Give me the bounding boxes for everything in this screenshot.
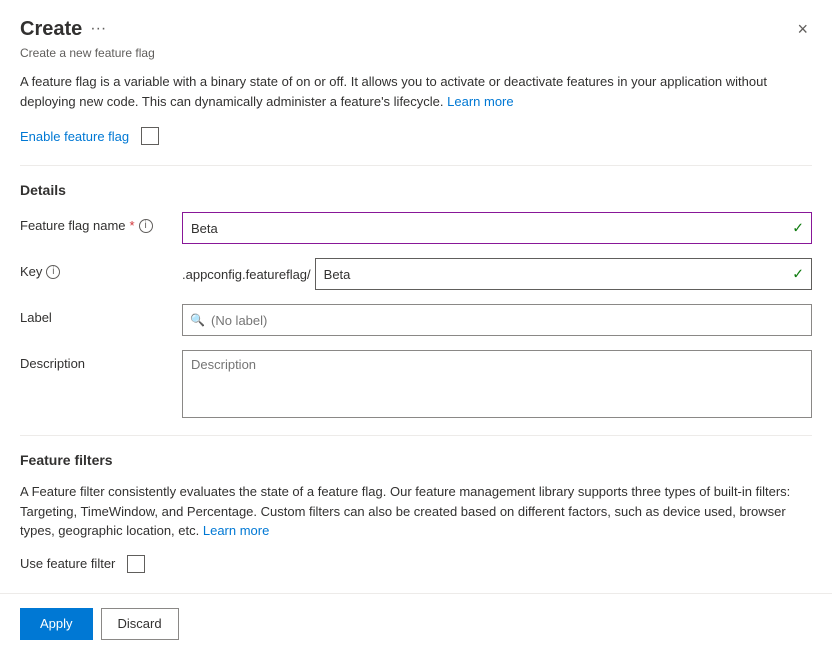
learn-more-link-2[interactable]: Learn more — [203, 523, 269, 538]
feature-flag-name-input-container: ✓ — [182, 212, 812, 244]
key-prefix: .appconfig.featureflag/ — [182, 267, 315, 282]
panel-header: Create ··· × — [0, 0, 832, 46]
label-search-icon: 🔍 — [190, 313, 205, 327]
divider-2 — [20, 435, 812, 436]
enable-feature-flag-label: Enable feature flag — [20, 129, 129, 144]
key-input[interactable] — [315, 258, 812, 290]
use-feature-filter-checkbox[interactable] — [127, 555, 145, 573]
label-row: Label 🔍 — [20, 304, 812, 336]
feature-flag-name-row: Feature flag name * i ✓ — [20, 212, 812, 244]
panel-footer: Apply Discard — [0, 593, 832, 654]
enable-feature-flag-checkbox[interactable] — [141, 127, 159, 145]
learn-more-link-1[interactable]: Learn more — [447, 94, 513, 109]
required-asterisk: * — [130, 218, 135, 233]
key-info-icon[interactable]: i — [46, 265, 60, 279]
ellipsis-menu[interactable]: ··· — [90, 20, 106, 38]
panel-title: Create — [20, 18, 82, 41]
key-row: Key i .appconfig.featureflag/ ✓ — [20, 258, 812, 290]
close-button[interactable]: × — [793, 16, 812, 42]
label-label: Label — [20, 304, 170, 325]
details-section-title: Details — [20, 182, 812, 198]
discard-button[interactable]: Discard — [101, 608, 179, 640]
key-label: Key i — [20, 258, 170, 279]
use-filter-label: Use feature filter — [20, 556, 115, 571]
description-input-wrap — [182, 350, 812, 421]
panel-body: A feature flag is a variable with a bina… — [0, 72, 832, 593]
label-input-container: 🔍 — [182, 304, 812, 336]
enable-feature-flag-row: Enable feature flag — [20, 127, 812, 145]
panel-title-row: Create ··· — [20, 18, 106, 41]
key-check-icon: ✓ — [792, 266, 804, 283]
label-input-wrap: 🔍 — [182, 304, 812, 336]
key-input-container: ✓ — [315, 258, 812, 290]
create-panel: Create ··· × Create a new feature flag A… — [0, 0, 832, 654]
key-row-inner: .appconfig.featureflag/ ✓ — [182, 258, 812, 290]
feature-flag-name-input[interactable] — [182, 212, 812, 244]
feature-flag-name-check-icon: ✓ — [792, 220, 804, 237]
feature-filters-description: A Feature filter consistently evaluates … — [20, 482, 812, 541]
description-label: Description — [20, 350, 170, 371]
key-input-wrap-outer: .appconfig.featureflag/ ✓ — [182, 258, 812, 290]
label-input[interactable] — [182, 304, 812, 336]
feature-filters-section: Feature filters A Feature filter consist… — [20, 452, 812, 573]
divider-1 — [20, 165, 812, 166]
intro-description: A feature flag is a variable with a bina… — [20, 72, 812, 111]
feature-filters-title: Feature filters — [20, 452, 812, 468]
feature-flag-name-label: Feature flag name * i — [20, 212, 170, 233]
description-row: Description — [20, 350, 812, 421]
description-textarea[interactable] — [182, 350, 812, 418]
apply-button[interactable]: Apply — [20, 608, 93, 640]
panel-subtitle: Create a new feature flag — [0, 46, 832, 72]
feature-flag-name-input-wrap: ✓ — [182, 212, 812, 244]
use-filter-row: Use feature filter — [20, 555, 812, 573]
feature-flag-name-info-icon[interactable]: i — [139, 219, 153, 233]
